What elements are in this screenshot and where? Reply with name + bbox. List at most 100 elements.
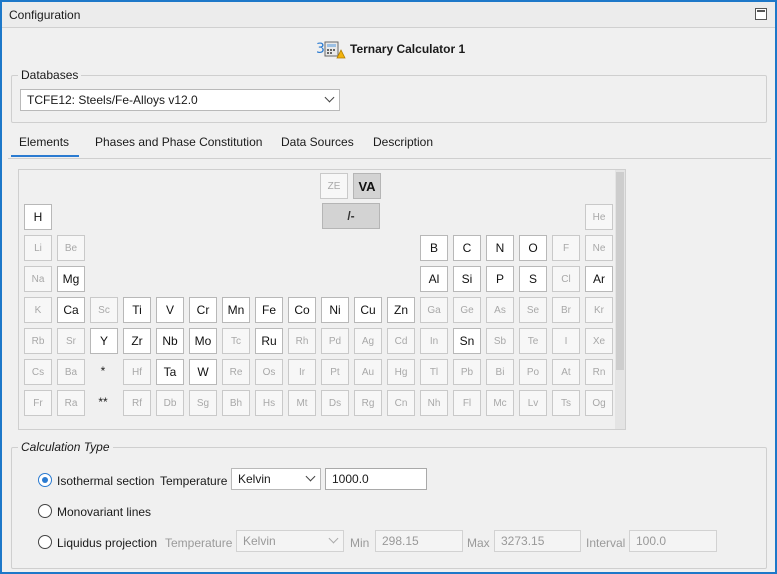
element-c[interactable]: C xyxy=(453,235,481,261)
element-sg[interactable]: Sg xyxy=(189,390,217,416)
element-os[interactable]: Os xyxy=(255,359,283,385)
element-rg[interactable]: Rg xyxy=(354,390,382,416)
element-al[interactable]: Al xyxy=(420,266,448,292)
element-og[interactable]: Og xyxy=(585,390,613,416)
element-pb[interactable]: Pb xyxy=(453,359,481,385)
element-sr[interactable]: Sr xyxy=(57,328,85,354)
element-cd[interactable]: Cd xyxy=(387,328,415,354)
element-as[interactable]: As xyxy=(486,297,514,323)
scrollbar-thumb[interactable] xyxy=(616,172,624,370)
liquidus-max-input[interactable]: 3273.15 xyxy=(494,530,581,552)
element-ba[interactable]: Ba xyxy=(57,359,85,385)
element-o[interactable]: O xyxy=(519,235,547,261)
element-ru[interactable]: Ru xyxy=(255,328,283,354)
tab-elements[interactable]: Elements xyxy=(11,135,79,157)
element-po[interactable]: Po xyxy=(519,359,547,385)
element-ra[interactable]: Ra xyxy=(57,390,85,416)
element-se[interactable]: Se xyxy=(519,297,547,323)
element-p[interactable]: P xyxy=(486,266,514,292)
element-xe[interactable]: Xe xyxy=(585,328,613,354)
element-tl[interactable]: Tl xyxy=(420,359,448,385)
element-na[interactable]: Na xyxy=(24,266,52,292)
element-db[interactable]: Db xyxy=(156,390,184,416)
element-ni[interactable]: Ni xyxy=(321,297,349,323)
element-he[interactable]: He xyxy=(585,204,613,230)
element-rf[interactable]: Rf xyxy=(123,390,151,416)
isothermal-temperature-input[interactable]: 1000.0 xyxy=(325,468,427,490)
element-rh[interactable]: Rh xyxy=(288,328,316,354)
element-ag[interactable]: Ag xyxy=(354,328,382,354)
element-rb[interactable]: Rb xyxy=(24,328,52,354)
element-pd[interactable]: Pd xyxy=(321,328,349,354)
maximize-icon[interactable] xyxy=(755,8,767,20)
element-tc[interactable]: Tc xyxy=(222,328,250,354)
element-y[interactable]: Y xyxy=(90,328,118,354)
element-bh[interactable]: Bh xyxy=(222,390,250,416)
element-mg[interactable]: Mg xyxy=(57,266,85,292)
tab-data-sources[interactable]: Data Sources xyxy=(281,135,354,155)
element-ir[interactable]: Ir xyxy=(288,359,316,385)
element-b[interactable]: B xyxy=(420,235,448,261)
element-ds[interactable]: Ds xyxy=(321,390,349,416)
element-ga[interactable]: Ga xyxy=(420,297,448,323)
element-au[interactable]: Au xyxy=(354,359,382,385)
element-f[interactable]: F xyxy=(552,235,580,261)
isothermal-label[interactable]: Isothermal section xyxy=(57,474,154,488)
database-select[interactable]: TCFE12: Steels/Fe-Alloys v12.0 xyxy=(20,89,340,111)
liquidus-label[interactable]: Liquidus projection xyxy=(57,536,157,550)
element-zn[interactable]: Zn xyxy=(387,297,415,323)
element-i[interactable]: I xyxy=(552,328,580,354)
element-pt[interactable]: Pt xyxy=(321,359,349,385)
element-sb[interactable]: Sb xyxy=(486,328,514,354)
liquidus-interval-input[interactable]: 100.0 xyxy=(629,530,717,552)
periodic-table-scrollbar[interactable] xyxy=(615,170,625,429)
element-cu[interactable]: Cu xyxy=(354,297,382,323)
vacancy-slash-button[interactable]: /- xyxy=(322,203,380,229)
tab-description[interactable]: Description xyxy=(373,135,433,155)
element-mc[interactable]: Mc xyxy=(486,390,514,416)
element-ts[interactable]: Ts xyxy=(552,390,580,416)
element-ta[interactable]: Ta xyxy=(156,359,184,385)
element-k[interactable]: K xyxy=(24,297,52,323)
element-ar[interactable]: Ar xyxy=(585,266,613,292)
element-lv[interactable]: Lv xyxy=(519,390,547,416)
element-cn[interactable]: Cn xyxy=(387,390,415,416)
element-fe[interactable]: Fe xyxy=(255,297,283,323)
liquidus-min-input[interactable]: 298.15 xyxy=(375,530,463,552)
element-hs[interactable]: Hs xyxy=(255,390,283,416)
liquidus-radio[interactable] xyxy=(38,535,52,549)
element-li[interactable]: Li xyxy=(24,235,52,261)
element-hf[interactable]: Hf xyxy=(123,359,151,385)
liquidus-unit-select[interactable]: Kelvin xyxy=(236,530,344,552)
element-ca[interactable]: Ca xyxy=(57,297,85,323)
element-co[interactable]: Co xyxy=(288,297,316,323)
element-in[interactable]: In xyxy=(420,328,448,354)
element-va[interactable]: VA xyxy=(353,173,381,199)
element-nb[interactable]: Nb xyxy=(156,328,184,354)
tab-phases[interactable]: Phases and Phase Constitution xyxy=(95,135,262,155)
element-cl[interactable]: Cl xyxy=(552,266,580,292)
element-rn[interactable]: Rn xyxy=(585,359,613,385)
element-kr[interactable]: Kr xyxy=(585,297,613,323)
element-at[interactable]: At xyxy=(552,359,580,385)
element-ne[interactable]: Ne xyxy=(585,235,613,261)
element-mo[interactable]: Mo xyxy=(189,328,217,354)
monovariant-radio[interactable] xyxy=(38,504,52,518)
monovariant-label[interactable]: Monovariant lines xyxy=(57,505,151,519)
element-cs[interactable]: Cs xyxy=(24,359,52,385)
element-bi[interactable]: Bi xyxy=(486,359,514,385)
element-si[interactable]: Si xyxy=(453,266,481,292)
element-nh[interactable]: Nh xyxy=(420,390,448,416)
element-ze[interactable]: ZE xyxy=(320,173,348,199)
element-h[interactable]: H xyxy=(24,204,52,230)
element-sn[interactable]: Sn xyxy=(453,328,481,354)
element-n[interactable]: N xyxy=(486,235,514,261)
element-sc[interactable]: Sc xyxy=(90,297,118,323)
element-fr[interactable]: Fr xyxy=(24,390,52,416)
element-zr[interactable]: Zr xyxy=(123,328,151,354)
element-hg[interactable]: Hg xyxy=(387,359,415,385)
element-fl[interactable]: Fl xyxy=(453,390,481,416)
element-be[interactable]: Be xyxy=(57,235,85,261)
element-s[interactable]: S xyxy=(519,266,547,292)
isothermal-radio[interactable] xyxy=(38,473,52,487)
